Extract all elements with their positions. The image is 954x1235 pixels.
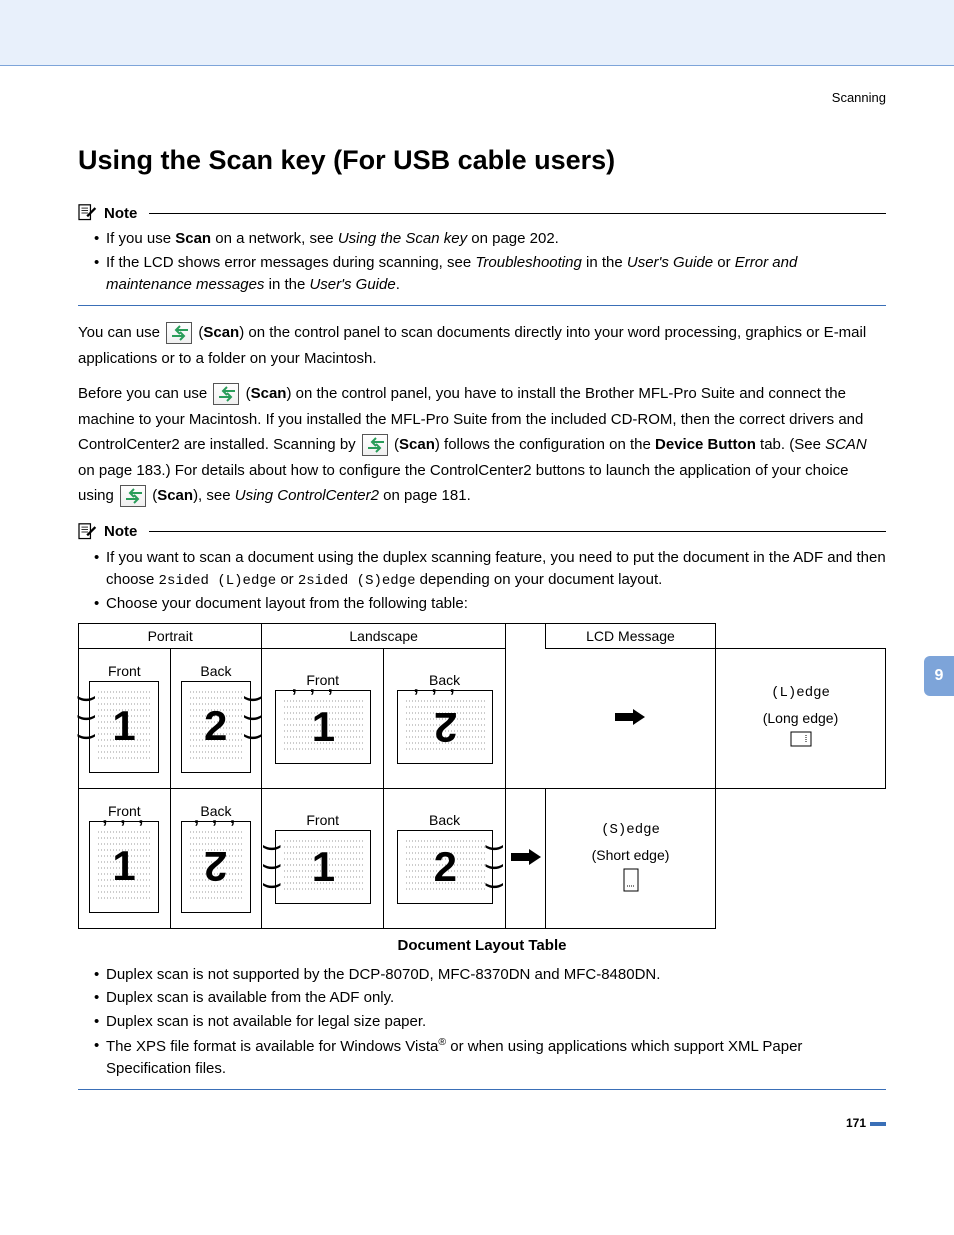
cell-landscape-back-2: Back 2 ) ) ) (384, 788, 506, 928)
note2-item1: If you want to scan a document using the… (94, 547, 886, 591)
note-block-1: Note If you use Scan on a network, see U… (78, 204, 886, 295)
pencil-note-icon (78, 204, 98, 222)
divider (149, 531, 886, 532)
bullet-b4: The XPS file format is available for Win… (94, 1035, 886, 1080)
divider (78, 305, 886, 306)
note1-item1: If you use Scan on a network, see Using … (94, 228, 886, 250)
bullet-b2: Duplex scan is available from the ADF on… (94, 987, 886, 1009)
pencil-note-icon (78, 523, 98, 541)
th-arrow (506, 623, 546, 788)
paragraph-2: Before you can use (Scan) on the control… (78, 381, 886, 509)
note-label: Note (104, 523, 137, 540)
arrow-right-icon (511, 849, 541, 865)
cell-portrait-front-1: Front 1 ) ) ) (79, 648, 171, 788)
short-edge-icon (623, 868, 639, 892)
cell-portrait-back-1: Back 2 ) ) ) (170, 648, 262, 788)
scan-button-icon (166, 322, 192, 344)
layout-table: Portrait Landscape LCD Message Front 1 )… (78, 623, 886, 929)
table-caption: Document Layout Table (78, 937, 886, 954)
cell-landscape-back-1: Back 2 , , , (384, 648, 506, 788)
note-label: Note (104, 205, 137, 222)
breadcrumb: Scanning (78, 90, 886, 105)
note1-item2: If the LCD shows error messages during s… (94, 252, 886, 296)
scan-button-icon (362, 434, 388, 456)
bullet-b3: Duplex scan is not available for legal s… (94, 1011, 886, 1033)
note-block-2: Note If you want to scan a document usin… (78, 523, 886, 1080)
cell-landscape-front-1: Front 1 , , , (262, 648, 384, 788)
th-portrait: Portrait (79, 623, 262, 648)
bullet-b1: Duplex scan is not supported by the DCP-… (94, 964, 886, 986)
page-title: Using the Scan key (For USB cable users) (78, 145, 886, 176)
arrow-cell (546, 648, 716, 788)
th-landscape: Landscape (262, 623, 506, 648)
lcd-ledge: (L)edge (Long edge) (716, 648, 886, 788)
scan-button-icon (120, 485, 146, 507)
cell-landscape-front-2: Front 1 ) ) ) (262, 788, 384, 928)
cell-portrait-front-2: Front 1 , , , (79, 788, 171, 928)
scan-button-icon (213, 383, 239, 405)
top-bar (0, 0, 954, 66)
arrow-right-icon (615, 709, 645, 725)
page-content: 9 Scanning Using the Scan key (For USB c… (0, 66, 954, 1160)
th-lcd: LCD Message (546, 623, 716, 648)
cell-portrait-back-2: Back 2 , , , (170, 788, 262, 928)
chapter-tab: 9 (924, 656, 954, 696)
page-number: 171 (78, 1116, 886, 1130)
divider (149, 213, 886, 214)
long-edge-icon (790, 731, 812, 749)
arrow-cell (506, 788, 546, 928)
divider (78, 1089, 886, 1090)
paragraph-1: You can use (Scan) on the control panel … (78, 320, 886, 371)
note2-item2: Choose your document layout from the fol… (94, 593, 886, 615)
lcd-sedge: (S)edge (Short edge) (546, 788, 716, 928)
